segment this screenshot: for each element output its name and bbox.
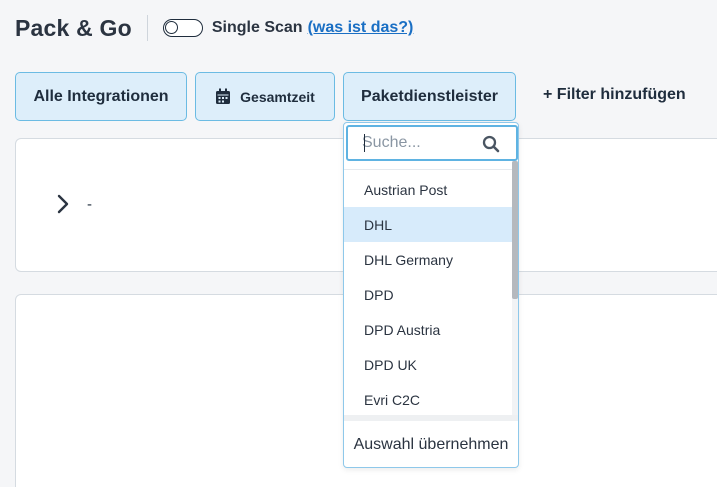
search-icon[interactable] — [482, 135, 500, 158]
single-scan-label: Single Scan — [211, 19, 303, 36]
list-item-label: Austrian Post — [364, 181, 448, 198]
list-item-label: DPD — [364, 286, 394, 303]
search-box — [346, 125, 518, 161]
page: Pack & Go Single Scan (was ist das?) All… — [0, 0, 717, 487]
list-item-label: DPD UK — [364, 356, 417, 373]
header: Pack & Go Single Scan (was ist das?) — [15, 12, 413, 44]
list-item-label: Evri C2C — [364, 391, 421, 408]
carrier-list: Austrian Post DHL DHL Germany DPD DPD Au… — [344, 167, 512, 415]
time-filter-button[interactable]: Gesamtzeit — [195, 72, 335, 121]
list-item-label: DHL Germany — [364, 251, 453, 268]
text-caret — [364, 134, 365, 152]
calendar-icon — [216, 88, 231, 104]
carrier-filter-button[interactable]: Paketdienstleister — [343, 72, 516, 121]
list-item[interactable]: DPD — [344, 277, 512, 312]
row-value: - — [87, 196, 92, 213]
list-divider — [344, 169, 518, 170]
apply-selection-button[interactable]: Auswahl übernehmen — [344, 427, 518, 463]
list-item-label: DPD Austria — [364, 321, 441, 338]
list-bottom-strip — [344, 415, 518, 421]
list-item[interactable]: DPD UK — [344, 347, 512, 382]
chevron-right-icon[interactable] — [56, 193, 70, 220]
list-item-label: DHL — [364, 216, 393, 233]
single-scan-toggle[interactable] — [162, 19, 203, 37]
list-item[interactable]: DHL Germany — [344, 242, 512, 277]
time-filter-label: Gesamtzeit — [240, 88, 315, 105]
carrier-dropdown: Austrian Post DHL DHL Germany DPD DPD Au… — [343, 122, 519, 468]
integrations-filter-button[interactable]: Alle Integrationen — [15, 72, 187, 121]
help-link[interactable]: (was ist das?) — [308, 19, 414, 37]
page-title: Pack & Go — [15, 14, 132, 41]
header-divider — [146, 15, 148, 41]
toggle-knob — [164, 21, 178, 34]
list-item[interactable]: Austrian Post — [344, 172, 512, 207]
search-input[interactable] — [348, 134, 478, 152]
list-item[interactable]: DPD Austria — [344, 312, 512, 347]
list-item[interactable]: DHL — [344, 207, 512, 242]
add-filter-button[interactable]: + Filter hinzufügen — [543, 86, 686, 104]
list-item[interactable]: Evri C2C — [344, 382, 512, 415]
scrollbar-thumb[interactable] — [512, 161, 518, 299]
